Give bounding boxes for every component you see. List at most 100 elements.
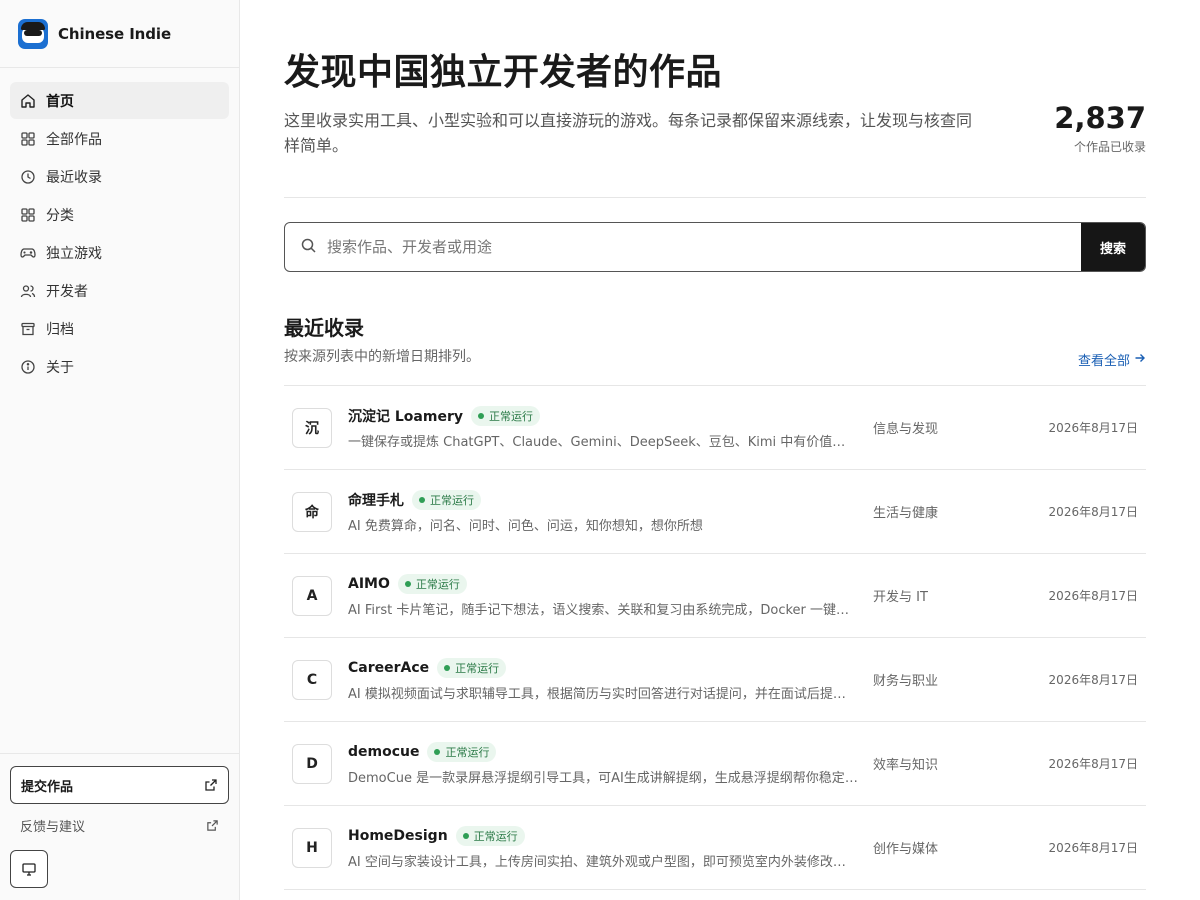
item-description: 一键保存或提炼 ChatGPT、Claude、Gemini、DeepSeek、豆…	[348, 435, 858, 450]
sidebar-item-label: 分类	[46, 207, 74, 224]
sidebar-item-label: 独立游戏	[46, 245, 102, 262]
item-category: 创作与媒体	[873, 842, 939, 857]
item-date: 2026年8月17日	[1048, 589, 1138, 603]
status-dot-icon	[444, 665, 451, 671]
status-dot-icon	[477, 413, 484, 419]
item-date: 2026年8月17日	[1048, 673, 1138, 687]
section-subtitle: 按来源列表中的新增日期排列。	[284, 349, 480, 365]
item-avatar: 命	[292, 491, 332, 532]
sidebar-item-label: 开发者	[46, 283, 88, 300]
item-avatar: C	[292, 659, 332, 700]
item-category: 开发与 IT	[873, 590, 928, 605]
sidebar-item-categories[interactable]: 分类	[10, 196, 229, 233]
sidebar-item-home[interactable]: 首页	[10, 82, 229, 119]
item-date: 2026年8月17日	[1048, 841, 1138, 855]
item-avatar: H	[292, 827, 332, 868]
brand-logo-icon	[18, 18, 48, 49]
list-item[interactable]: H HomeDesign 正常运行 AI 空间与家装设计工具，上传房间实拍、建筑…	[284, 806, 1146, 890]
status-badge: 正常运行	[437, 658, 507, 678]
status-badge: 正常运行	[455, 826, 525, 846]
status-badge: 正常运行	[470, 406, 540, 426]
item-name[interactable]: AIMO	[348, 576, 390, 592]
monitor-icon	[21, 861, 37, 877]
item-category: 效率与知识	[873, 758, 939, 773]
sidebar-item-label: 全部作品	[46, 131, 102, 148]
brand[interactable]: Chinese Indie	[0, 0, 239, 68]
arrow-right-icon	[1130, 352, 1146, 368]
item-avatar: 沉	[292, 407, 332, 448]
item-category: 财务与职业	[873, 674, 939, 689]
item-description: AI 空间与家装设计工具，上传房间实拍、建筑外观或户型图，即可预览室内外装修改造…	[348, 855, 858, 870]
status-dot-icon	[434, 749, 441, 755]
external-link-icon	[204, 778, 218, 792]
sidebar-item-label: 归档	[46, 321, 74, 338]
sidebar-footer: 提交作品 反馈与建议	[0, 753, 239, 900]
theme-toggle-button[interactable]	[10, 850, 48, 888]
sidebar-item-label: 最近收录	[46, 169, 102, 186]
gamepad-icon	[20, 245, 36, 261]
list-item[interactable]: 命 命理手札 正常运行 AI 免费算命，问名、问时、问色、问运，知你想知，想你所…	[284, 470, 1146, 554]
status-dot-icon	[462, 833, 469, 839]
list-item[interactable]: D democue 正常运行 DemoCue 是一款录屏悬浮提纲引导工具，可AI…	[284, 722, 1146, 806]
feedback-label: 反馈与建议	[20, 819, 86, 835]
status-badge: 正常运行	[427, 742, 497, 762]
sidebar-item-label: 首页	[46, 93, 74, 110]
sidebar-item-label: 关于	[46, 359, 74, 376]
item-category: 信息与发现	[873, 422, 939, 437]
section-title: 最近收录	[284, 316, 364, 340]
status-dot-icon	[419, 497, 425, 503]
works-count-label: 个作品已收录	[1073, 140, 1146, 154]
item-avatar: A	[292, 575, 332, 616]
status-badge: 正常运行	[397, 574, 467, 594]
sidebar-item-developers[interactable]: 开发者	[10, 272, 229, 309]
item-name[interactable]: 沉淀记 Loamery	[348, 406, 463, 426]
recent-section-header: 最近收录 按来源列表中的新增日期排列。 查看全部	[284, 314, 1146, 386]
clock-icon	[20, 169, 36, 185]
view-all-label: 查看全部	[1077, 354, 1130, 369]
sidebar-item-about[interactable]: 关于	[10, 348, 229, 385]
sidebar-item-archive[interactable]: 归档	[10, 310, 229, 347]
submit-work-label: 提交作品	[21, 779, 74, 795]
external-link-icon	[206, 819, 219, 832]
brand-name: Chinese Indie	[58, 24, 172, 43]
home-icon	[20, 93, 36, 109]
submit-work-button[interactable]: 提交作品	[10, 766, 229, 804]
sidebar-item-indie-games[interactable]: 独立游戏	[10, 234, 229, 271]
search-icon	[300, 237, 327, 258]
search-button[interactable]: 搜索	[1081, 223, 1145, 271]
item-name[interactable]: CareerAce	[348, 660, 429, 676]
item-name[interactable]: 命理手札	[348, 490, 404, 510]
recent-list: 沉 沉淀记 Loamery 正常运行 一键保存或提炼 ChatGPT、Claud…	[284, 386, 1146, 890]
list-item[interactable]: C CareerAce 正常运行 AI 模拟视频面试与求职辅导工具，根据简历与实…	[284, 638, 1146, 722]
item-date: 2026年8月17日	[1048, 505, 1138, 519]
list-item[interactable]: A AIMO 正常运行 AI First 卡片笔记，随手记下想法，语义搜索、关联…	[284, 554, 1146, 638]
item-description: AI 模拟视频面试与求职辅导工具，根据简历与实时回答进行对话提问，并在面试后提供…	[348, 687, 858, 702]
hero: 发现中国独立开发者的作品 这里收录实用工具、小型实验和可以直接游玩的游戏。每条记…	[284, 0, 1146, 198]
search-bar: 搜索	[284, 222, 1146, 272]
view-all-link[interactable]: 查看全部	[1078, 350, 1146, 369]
item-description: DemoCue 是一款录屏悬浮提纲引导工具，可AI生成讲解提纲，生成悬浮提纲帮你…	[348, 771, 858, 786]
archive-icon	[20, 321, 36, 337]
list-item[interactable]: 沉 沉淀记 Loamery 正常运行 一键保存或提炼 ChatGPT、Claud…	[284, 386, 1146, 470]
sidebar-nav: 首页 全部作品 最近收录 分类 独立游戏 开发者 归档 关于	[0, 68, 239, 400]
item-avatar: D	[292, 743, 332, 784]
page-title: 发现中国独立开发者的作品	[284, 52, 723, 93]
item-date: 2026年8月17日	[1048, 757, 1138, 771]
item-date: 2026年8月17日	[1048, 421, 1138, 435]
main-content: 发现中国独立开发者的作品 这里收录实用工具、小型实验和可以直接游玩的游戏。每条记…	[284, 0, 1146, 890]
item-name[interactable]: democue	[348, 744, 419, 760]
item-description: AI First 卡片笔记，随手记下想法，语义搜索、关联和复习由系统完成，Doc…	[348, 603, 858, 618]
grid-icon	[20, 131, 36, 147]
sidebar-item-all-works[interactable]: 全部作品	[10, 120, 229, 157]
item-name[interactable]: HomeDesign	[348, 828, 448, 844]
works-count-value: 2,837	[1054, 101, 1146, 135]
grid-icon	[20, 207, 36, 223]
feedback-link[interactable]: 反馈与建议	[10, 808, 229, 842]
status-dot-icon	[404, 581, 411, 587]
sidebar: Chinese Indie 首页 全部作品 最近收录 分类 独立游戏 开发者 归…	[0, 0, 240, 900]
sidebar-item-recent[interactable]: 最近收录	[10, 158, 229, 195]
search-input[interactable]	[327, 238, 1081, 256]
item-description: AI 免费算命，问名、问时、问色、问运，知你想知，想你所想	[348, 519, 703, 534]
info-icon	[20, 359, 36, 375]
works-count: 2,837 个作品已收录	[1054, 100, 1146, 155]
